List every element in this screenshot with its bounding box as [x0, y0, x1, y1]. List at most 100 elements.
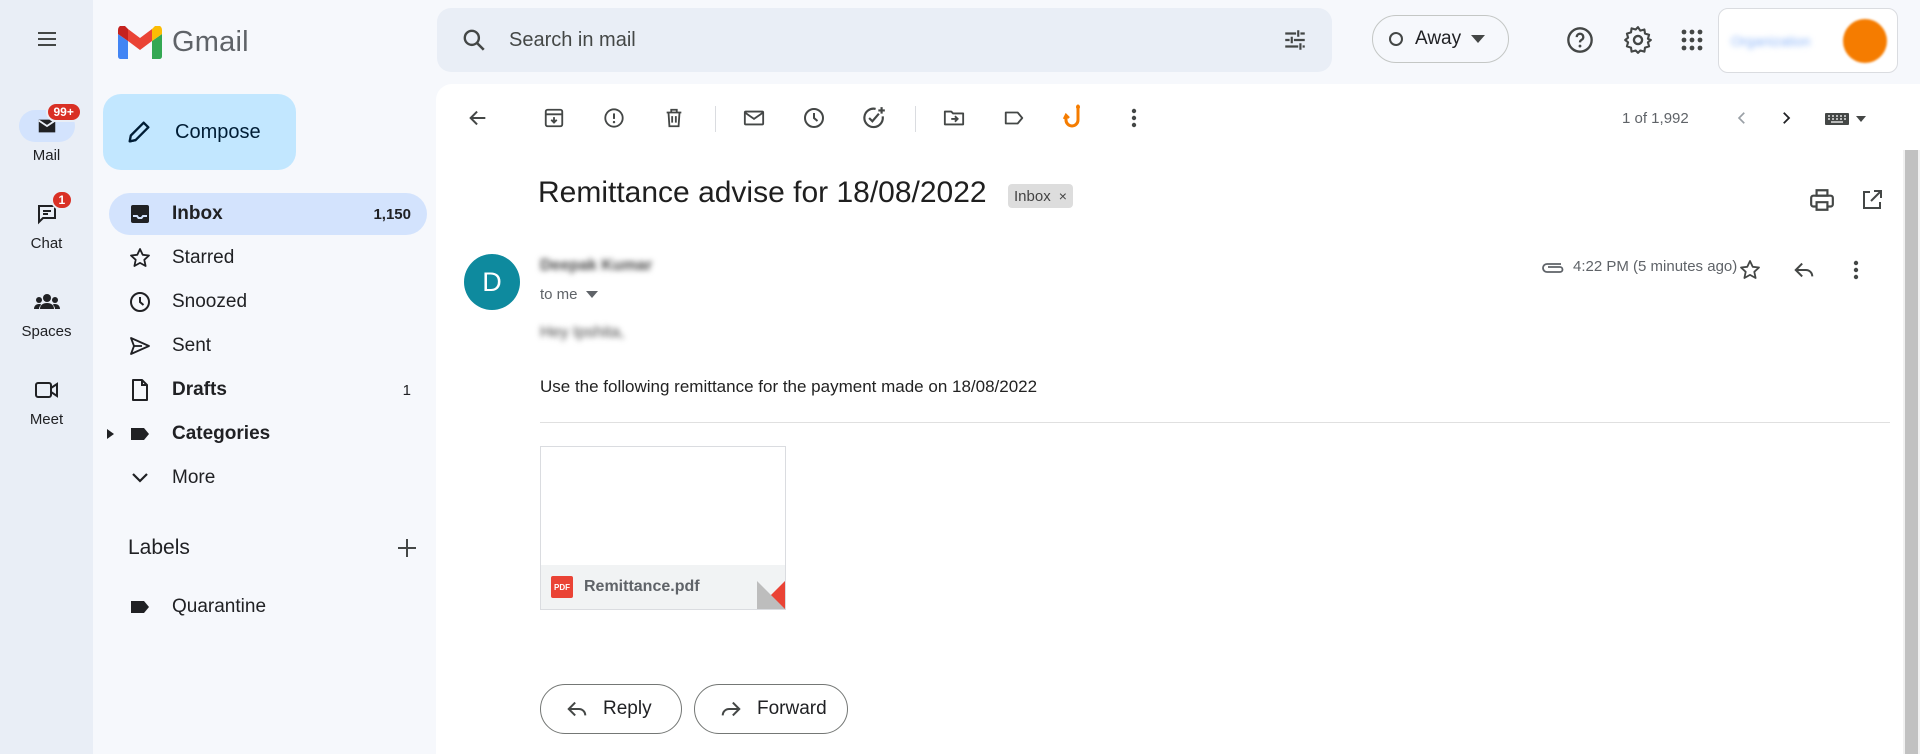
chat-unread-badge: 1 — [50, 190, 74, 210]
search-input[interactable]: Search in mail — [509, 29, 1282, 52]
remove-label-icon[interactable]: × — [1059, 188, 1067, 204]
reply-icon — [567, 701, 587, 717]
labels-title: Labels — [128, 536, 190, 559]
nav-item-quarantine[interactable]: Quarantine — [109, 586, 427, 628]
scrollbar-thumb[interactable] — [1905, 150, 1918, 754]
reply-icon — [1794, 262, 1814, 278]
search-options-icon[interactable] — [1282, 27, 1308, 53]
labels-header: Labels — [128, 536, 418, 560]
toolbar-divider — [715, 106, 716, 132]
mark-unread-button[interactable] — [734, 98, 774, 138]
support-button[interactable] — [1560, 20, 1600, 60]
attachment-card[interactable]: PDF Remittance.pdf — [540, 446, 786, 610]
forward-button[interactable]: Forward — [694, 684, 848, 734]
star-icon — [130, 248, 150, 267]
apps-button[interactable] — [1672, 20, 1712, 60]
message-time-text: 4:22 PM (5 minutes ago) — [1573, 258, 1738, 275]
label-icon — [131, 601, 149, 613]
forward-label: Forward — [757, 698, 827, 719]
more-vert-icon — [1853, 260, 1859, 280]
main-menu-button[interactable] — [27, 19, 67, 59]
nav-label-quarantine: Quarantine — [172, 596, 267, 617]
rail-label-mail: Mail — [32, 147, 61, 164]
rail-label-spaces: Spaces — [21, 323, 72, 340]
recipient-details[interactable]: to me — [540, 286, 598, 303]
star-button[interactable] — [1730, 250, 1770, 290]
labels-button[interactable] — [994, 98, 1034, 138]
search-icon[interactable] — [461, 27, 487, 53]
rail-item-mail[interactable]: 99+ Mail — [0, 102, 93, 164]
search-bar[interactable]: Search in mail — [437, 8, 1332, 72]
arrow-back-icon — [469, 110, 486, 126]
archive-button[interactable] — [534, 98, 574, 138]
input-tools-button[interactable] — [1818, 98, 1874, 138]
reply-button[interactable]: Reply — [540, 684, 682, 734]
newer-button[interactable] — [1722, 98, 1762, 138]
nav-item-starred[interactable]: Starred — [109, 237, 427, 279]
report-icon — [604, 108, 624, 128]
expand-arrow-icon[interactable] — [107, 429, 115, 439]
older-button[interactable] — [1766, 98, 1806, 138]
trash-icon — [666, 108, 682, 128]
nav-count-drafts: 1 — [402, 381, 411, 399]
message-toolbar: 1 of 1,992 — [436, 84, 1920, 148]
nav-label-snoozed: Snoozed — [172, 291, 248, 312]
nav-item-inbox[interactable]: Inbox 1,150 — [109, 193, 427, 235]
gmail-m-icon — [118, 26, 162, 59]
caret-down-icon — [1471, 35, 1486, 43]
account-switcher[interactable]: Organization — [1718, 8, 1898, 73]
snooze-button[interactable] — [794, 98, 834, 138]
sender-name[interactable]: Deepak Kumar — [540, 257, 652, 275]
more-vert-icon — [1131, 108, 1137, 128]
nav-item-more[interactable]: More — [109, 457, 427, 499]
sender-avatar[interactable]: D — [464, 254, 520, 310]
gmail-logo[interactable]: Gmail — [118, 26, 249, 59]
nav-label-drafts: Drafts — [172, 379, 227, 400]
rail-item-chat[interactable]: 1 Chat — [0, 190, 93, 252]
label-icon — [131, 428, 149, 440]
print-button[interactable] — [1802, 180, 1842, 220]
reply-icon-button[interactable] — [1784, 250, 1824, 290]
message-body: Use the following remittance for the pay… — [540, 377, 1038, 396]
compose-label: Compose — [175, 120, 261, 143]
gear-icon — [1624, 26, 1652, 54]
nav-item-categories[interactable]: Categories — [107, 413, 427, 455]
open-new-window-button[interactable] — [1852, 180, 1892, 220]
nav-count-inbox: 1,150 — [373, 205, 411, 223]
help-icon — [1567, 27, 1593, 53]
nav-item-snoozed[interactable]: Snoozed — [109, 281, 427, 323]
add-task-button[interactable] — [854, 98, 894, 138]
nav-item-sent[interactable]: Sent — [109, 325, 427, 367]
send-icon — [130, 337, 150, 355]
delete-button[interactable] — [654, 98, 694, 138]
more-actions-button[interactable] — [1114, 98, 1154, 138]
add-label-icon[interactable] — [396, 537, 418, 559]
inbox-label-text: Inbox — [1014, 187, 1051, 205]
back-button[interactable] — [458, 98, 498, 138]
account-org-logo: Organization — [1731, 32, 1811, 49]
nav-item-drafts[interactable]: Drafts 1 — [109, 369, 427, 411]
add-task-icon — [863, 107, 885, 129]
status-selector[interactable]: Away — [1372, 15, 1509, 63]
chevron-down-icon — [132, 473, 148, 483]
nav-label-inbox: Inbox — [172, 203, 223, 224]
nav-label-more: More — [172, 467, 216, 488]
status-dot-icon — [1389, 32, 1403, 46]
report-spam-button[interactable] — [594, 98, 634, 138]
attachment-icon — [1542, 262, 1564, 273]
compose-button[interactable]: Compose — [103, 94, 296, 170]
archive-icon — [544, 108, 564, 128]
inbox-label-chip[interactable]: Inbox × — [1008, 184, 1073, 208]
account-avatar[interactable] — [1843, 18, 1887, 63]
message-greeting: Hey Ipshita, — [540, 324, 625, 341]
message-more-button[interactable] — [1836, 250, 1876, 290]
recipient-text: to me — [540, 286, 578, 303]
rail-item-spaces[interactable]: Spaces — [0, 286, 93, 340]
rail-item-meet[interactable]: Meet — [0, 374, 93, 428]
pagination-text: 1 of 1,992 — [1622, 110, 1689, 127]
message-time: 4:22 PM (5 minutes ago) — [1541, 258, 1737, 275]
message-view: 1 of 1,992 Remittance advise for 18/08/2… — [436, 84, 1920, 754]
move-to-button[interactable] — [934, 98, 974, 138]
settings-button[interactable] — [1618, 20, 1658, 60]
phishing-hook-button[interactable] — [1054, 98, 1094, 138]
